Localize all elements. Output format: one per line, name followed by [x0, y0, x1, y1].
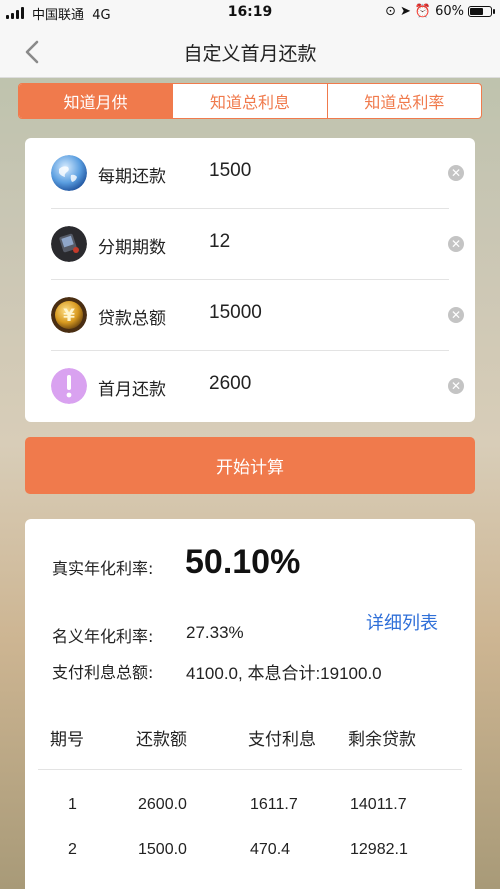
cell-payment: 1500.0: [138, 841, 187, 858]
input-row-installments: 分期期数 ✕: [25, 209, 475, 280]
cell-remaining: 14011.7: [350, 796, 407, 813]
status-bar: 中国联通 4G 16:19 ⊙ ➤ ⏰ 60%: [0, 0, 500, 26]
battery-icon: [468, 6, 495, 17]
header-period: 期号: [50, 730, 84, 750]
location-icon: ➤: [400, 4, 411, 19]
nominal-rate-label: 名义年化利率:: [52, 627, 154, 646]
start-calculation-button[interactable]: 开始计算: [25, 437, 475, 494]
detail-list-link[interactable]: 详细列表: [366, 609, 438, 635]
installments-input[interactable]: [209, 231, 409, 253]
input-card: 每期还款 ✕ 分期期数 ✕ ¥ 贷款总额 ✕: [25, 138, 475, 422]
clear-icon[interactable]: ✕: [448, 165, 464, 181]
header-payment: 还款额: [136, 730, 187, 750]
first-month-input[interactable]: [209, 373, 409, 395]
clear-icon[interactable]: ✕: [448, 236, 464, 252]
loan-total-input[interactable]: [209, 302, 409, 324]
cell-payment: 2600.0: [138, 796, 187, 813]
interest-total-line: 支付利息总额: 4100.0, 本息合计:19100.0: [52, 659, 382, 683]
nav-bar: 自定义首月还款: [0, 26, 500, 78]
cell-interest: 1611.7: [250, 796, 298, 813]
interest-total-value: 4100.0, 本息合计:19100.0: [186, 664, 382, 683]
svg-text:¥: ¥: [63, 306, 75, 326]
tab-know-total-rate[interactable]: 知道总利率: [326, 84, 481, 118]
battery-percent: 60%: [435, 4, 464, 19]
table-divider: [38, 769, 462, 770]
tab-know-monthly[interactable]: 知道月供: [19, 84, 173, 118]
real-rate-label: 真实年化利率:: [52, 559, 154, 578]
globe-icon: [51, 155, 87, 191]
cell-period: 1: [68, 796, 77, 813]
loan-total-label: 贷款总额: [98, 309, 166, 329]
periodic-payment-label: 每期还款: [98, 167, 166, 187]
cell-interest: 470.4: [250, 841, 291, 858]
mode-tabs: 知道月供 知道总利息 知道总利率: [18, 83, 482, 119]
installments-label: 分期期数: [98, 238, 166, 258]
periodic-payment-input[interactable]: [209, 160, 409, 182]
real-rate-value: 50.10%: [185, 543, 301, 581]
input-row-first-month: 首月还款 ✕: [25, 351, 475, 422]
device-icon: [51, 226, 87, 262]
interest-total-label: 支付利息总额:: [52, 663, 154, 682]
header-interest: 支付利息: [248, 730, 316, 750]
yuan-coin-icon: ¥: [51, 297, 87, 333]
result-card: 真实年化利率: 50.10% 详细列表 名义年化利率: 27.33% 支付利息总…: [25, 519, 475, 889]
nominal-rate-line: 名义年化利率: 27.33%: [52, 623, 244, 647]
header-remaining: 剩余贷款: [348, 730, 416, 750]
cell-period: 2: [68, 841, 77, 858]
alarm-icon: ⏰: [414, 4, 432, 19]
cell-remaining: 12982.1: [350, 841, 408, 858]
clear-icon[interactable]: ✕: [448, 378, 464, 394]
first-month-label: 首月还款: [98, 380, 166, 400]
nominal-rate-value: 27.33%: [186, 623, 244, 642]
tab-know-total-interest[interactable]: 知道总利息: [172, 84, 326, 118]
page-title: 自定义首月还款: [183, 43, 317, 65]
input-row-loan-total: ¥ 贷款总额 ✕: [25, 280, 475, 351]
status-right-group: ⊙ ➤ ⏰ 60%: [385, 4, 495, 19]
exclamation-icon: [51, 368, 87, 404]
clear-icon[interactable]: ✕: [448, 307, 464, 323]
input-row-periodic-payment: 每期还款 ✕: [25, 138, 475, 209]
rotation-lock-icon: ⊙: [385, 4, 396, 19]
